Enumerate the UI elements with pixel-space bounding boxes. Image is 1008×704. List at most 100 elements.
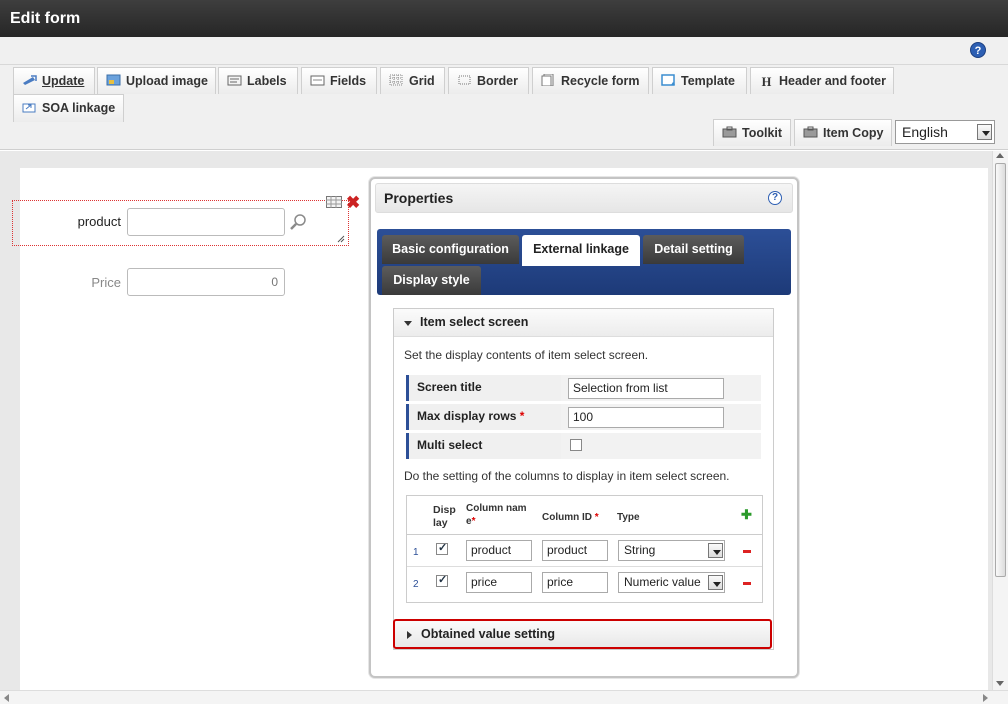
expand-icon <box>407 631 412 639</box>
row-number: 2 <box>413 579 419 590</box>
row-display-checkbox[interactable] <box>436 573 448 587</box>
grid-label: Grid <box>409 74 435 88</box>
header-footer-icon: H <box>761 75 772 89</box>
toolkit-button[interactable]: Toolkit <box>713 119 791 146</box>
soa-linkage-label: SOA linkage <box>42 101 116 115</box>
header-footer-button[interactable]: H Header and footer <box>750 67 894 94</box>
section-description: Set the display contents of item select … <box>404 348 649 362</box>
labels-button[interactable]: Labels <box>218 67 298 94</box>
max-rows-row: Max display rows * 100 <box>406 404 761 430</box>
language-select[interactable]: English <box>895 120 995 144</box>
tab-external-linkage[interactable]: External linkage <box>522 235 640 266</box>
row-type-value: String <box>624 543 656 557</box>
price-label: Price <box>91 275 121 290</box>
required-mark: * <box>471 516 476 527</box>
template-button[interactable]: Template <box>652 67 747 94</box>
border-button[interactable]: Border <box>448 67 529 94</box>
tab-display-style[interactable]: Display style <box>382 266 481 295</box>
fields-button[interactable]: Fields <box>301 67 377 94</box>
chevron-down-icon <box>708 543 723 558</box>
grid-icon <box>389 69 404 86</box>
row-number: 1 <box>413 547 419 558</box>
obtained-value-title: Obtained value setting <box>421 627 556 641</box>
recycle-form-button[interactable]: Recycle form <box>532 67 649 94</box>
resize-handle-icon[interactable] <box>337 232 345 243</box>
properties-header: Properties ? <box>375 183 793 213</box>
price-input[interactable]: 0 <box>127 268 285 296</box>
item-select-section: Item select screen Set the display conte… <box>393 308 774 650</box>
vertical-scroll-thumb[interactable] <box>995 163 1006 577</box>
required-mark: * <box>594 512 599 523</box>
upload-image-label: Upload image <box>126 74 208 88</box>
help-icon[interactable]: ? <box>970 42 986 58</box>
screen-title-label: Screen title <box>406 375 561 401</box>
row-column-name-input[interactable]: product <box>466 540 532 561</box>
upload-image-button[interactable]: Upload image <box>97 67 216 94</box>
remove-row-icon[interactable] <box>743 550 751 553</box>
fields-icon <box>310 69 325 86</box>
header-footer-label: Header and footer <box>779 74 886 88</box>
help-bar: ? <box>0 37 1008 65</box>
scroll-down-icon[interactable] <box>996 681 1004 686</box>
product-input[interactable] <box>127 208 285 236</box>
multi-select-checkbox[interactable] <box>570 439 582 451</box>
max-rows-input[interactable]: 100 <box>568 407 724 428</box>
vertical-scrollbar[interactable] <box>992 151 1008 690</box>
item-copy-button[interactable]: Item Copy <box>794 119 892 146</box>
field-settings-icon[interactable] <box>326 196 342 208</box>
row-display-checkbox[interactable] <box>436 541 448 555</box>
col-header-id: Column ID * <box>542 511 599 524</box>
update-button[interactable]: Update <box>13 67 95 94</box>
multi-select-row: Multi select <box>406 433 761 459</box>
obtained-value-setting-header[interactable]: Obtained value setting <box>393 619 772 649</box>
col-header-display: Disp lay <box>433 504 456 530</box>
update-icon <box>22 69 37 85</box>
properties-panel: Properties ? Basic configuration Externa… <box>369 177 799 678</box>
search-icon[interactable] <box>289 213 307 231</box>
tab-detail-setting[interactable]: Detail setting <box>643 235 744 264</box>
scroll-up-icon[interactable] <box>996 153 1004 158</box>
columns-description: Do the setting of the columns to display… <box>404 469 730 483</box>
screen-title-input[interactable]: Selection from list <box>568 378 724 399</box>
tab-basic-configuration[interactable]: Basic configuration <box>382 235 519 264</box>
max-rows-text: Max display rows <box>417 409 517 423</box>
screen-title-row: Screen title Selection from list <box>406 375 761 401</box>
border-label: Border <box>477 74 518 88</box>
template-label: Template <box>681 74 735 88</box>
row-column-id-input[interactable]: price <box>542 572 608 593</box>
soa-linkage-icon <box>22 96 37 113</box>
toolkit-label: Toolkit <box>742 126 783 140</box>
row-type-select[interactable]: String <box>618 540 725 561</box>
row-column-name-input[interactable]: price <box>466 572 532 593</box>
delete-field-icon[interactable]: ✖ <box>346 194 360 211</box>
properties-title: Properties <box>384 190 454 206</box>
grid-button[interactable]: Grid <box>380 67 445 94</box>
col-header-name-1: Column nam <box>466 503 527 514</box>
item-copy-label: Item Copy <box>823 126 884 140</box>
template-icon <box>661 69 676 86</box>
remove-row-icon[interactable] <box>743 582 751 585</box>
toolbar: Update Upload image Labels Fields Grid B… <box>0 65 1008 150</box>
row-column-id-input[interactable]: product <box>542 540 608 561</box>
window-title: Edit form <box>0 0 1008 37</box>
recycle-form-icon <box>541 69 556 87</box>
scroll-right-icon[interactable] <box>983 694 988 702</box>
columns-table: Disp lay Column nam e* Column ID * Type ✚ … <box>406 495 763 603</box>
item-copy-icon <box>803 121 818 138</box>
soa-linkage-button[interactable]: SOA linkage <box>13 94 124 122</box>
language-value: English <box>902 124 948 140</box>
upload-image-icon <box>106 69 121 86</box>
required-mark: * <box>519 409 525 423</box>
properties-help-icon[interactable]: ? <box>768 191 782 205</box>
add-row-icon[interactable]: ✚ <box>741 507 752 523</box>
col-header-display-1: Disp <box>433 504 456 516</box>
scroll-left-icon[interactable] <box>4 694 9 702</box>
row-type-select[interactable]: Numeric value <box>618 572 725 593</box>
properties-tabs: Basic configuration External linkage Det… <box>377 229 791 295</box>
chevron-down-icon <box>977 124 992 140</box>
horizontal-scrollbar[interactable] <box>0 690 1008 704</box>
item-select-header[interactable]: Item select screen <box>394 309 773 337</box>
fields-label: Fields <box>330 74 367 88</box>
max-rows-label: Max display rows * <box>406 404 561 430</box>
table-divider <box>407 566 762 567</box>
